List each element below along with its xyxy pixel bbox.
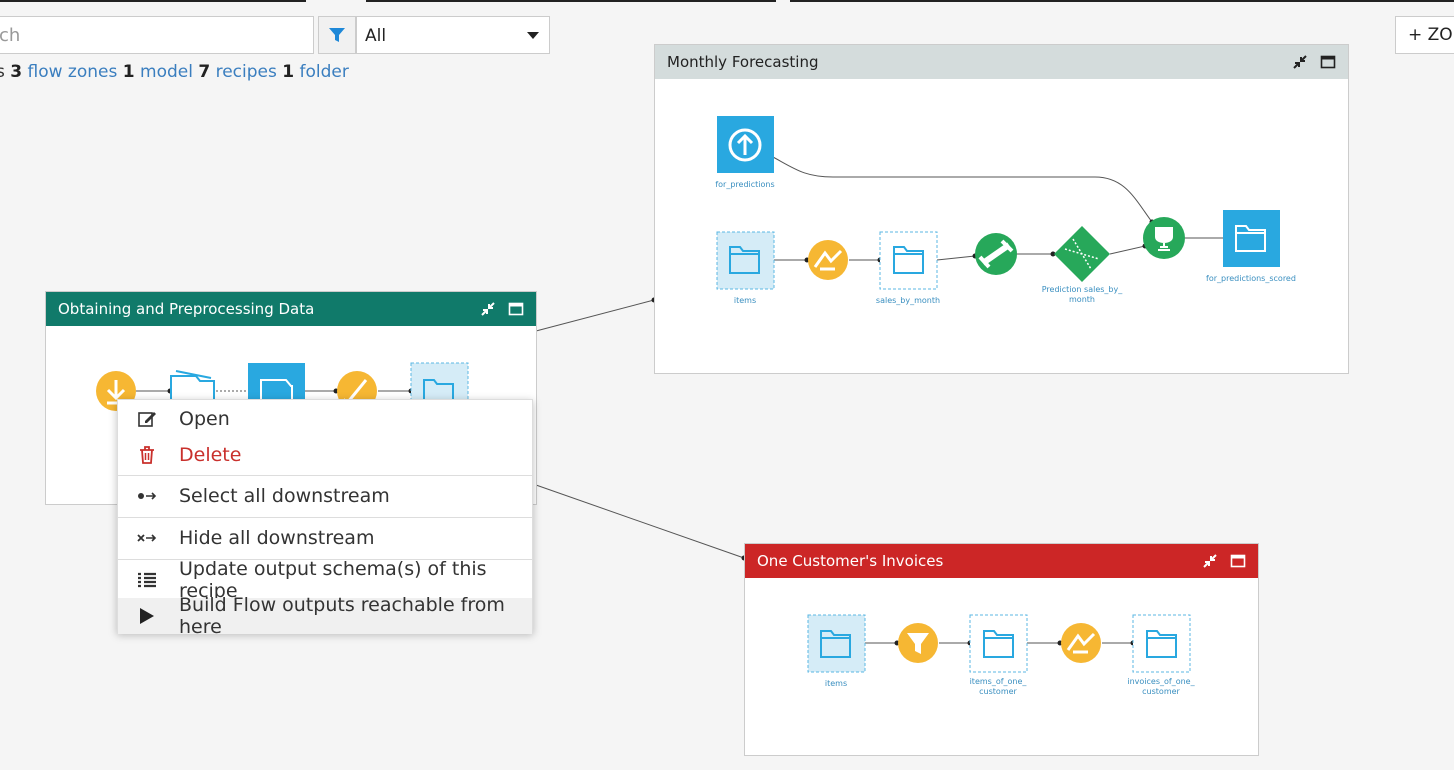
node-label-line: customer <box>1142 687 1180 696</box>
zone-one-customers-invoices[interactable]: One Customer's Invoices items items_of_o… <box>744 543 1259 756</box>
zone-header[interactable]: Monthly Forecasting <box>655 45 1348 79</box>
collapse-icon[interactable] <box>480 301 496 317</box>
node-label[interactable]: items_of_one_ customer <box>948 677 1048 697</box>
zone-header[interactable]: Obtaining and Preprocessing Data <box>46 292 536 326</box>
node-label-line: customer <box>979 687 1017 696</box>
list-icon <box>136 569 158 591</box>
menu-item-build-outputs[interactable]: Build Flow outputs reachable from here <box>118 594 532 638</box>
menu-item-label: Delete <box>179 444 242 466</box>
menu-item-update-schema[interactable]: Update output schema(s) of this recipe <box>118 558 532 602</box>
maximize-icon[interactable] <box>1230 553 1246 569</box>
maximize-icon[interactable] <box>1320 54 1336 70</box>
collapse-icon[interactable] <box>1202 553 1218 569</box>
hide-downstream-icon <box>136 527 158 549</box>
node-label[interactable]: items <box>695 296 795 306</box>
menu-item-label: Select all downstream <box>179 485 390 507</box>
node-label-line: invoices_of_one_ <box>1127 677 1195 686</box>
menu-divider <box>118 475 532 476</box>
maximize-icon[interactable] <box>508 301 524 317</box>
menu-item-label: Build Flow outputs reachable from here <box>179 594 505 638</box>
node-label[interactable]: Prediction sales_by_ month <box>1027 285 1137 305</box>
node-label[interactable]: sales_by_month <box>858 296 958 306</box>
trash-icon <box>136 444 158 466</box>
node-label-line: Prediction sales_by_ <box>1041 285 1123 294</box>
node-label-line: month <box>1069 295 1095 304</box>
menu-item-label: Hide all downstream <box>179 527 375 549</box>
menu-item-label: Open <box>179 408 230 430</box>
zone-monthly-forecasting[interactable]: Monthly Forecasting for_predictions item… <box>654 44 1349 374</box>
context-menu: Open Delete Select all downstream Hide a… <box>117 399 533 638</box>
play-icon <box>136 605 158 627</box>
node-label[interactable]: for_predictions_scored <box>1196 274 1306 284</box>
menu-item-open[interactable]: Open <box>118 401 532 437</box>
zone-header[interactable]: One Customer's Invoices <box>745 544 1258 578</box>
node-label[interactable]: for_predictions <box>695 180 795 190</box>
menu-item-delete[interactable]: Delete <box>118 437 532 473</box>
monthly-flow-graph <box>716 116 1280 290</box>
menu-item-select-downstream[interactable]: Select all downstream <box>118 478 532 514</box>
zone-title: Obtaining and Preprocessing Data <box>58 300 315 318</box>
select-downstream-icon <box>136 485 158 507</box>
node-label-line: items_of_one_ <box>969 677 1027 686</box>
zone-title: One Customer's Invoices <box>757 552 944 570</box>
node-label[interactable]: invoices_of_one_ customer <box>1111 677 1211 697</box>
edit-icon <box>136 408 158 430</box>
zone-title: Monthly Forecasting <box>667 53 819 71</box>
node-label[interactable]: items <box>786 679 886 689</box>
menu-divider <box>118 517 532 518</box>
collapse-icon[interactable] <box>1292 54 1308 70</box>
menu-item-hide-downstream[interactable]: Hide all downstream <box>118 520 532 556</box>
invoices-flow-graph <box>807 614 1191 673</box>
